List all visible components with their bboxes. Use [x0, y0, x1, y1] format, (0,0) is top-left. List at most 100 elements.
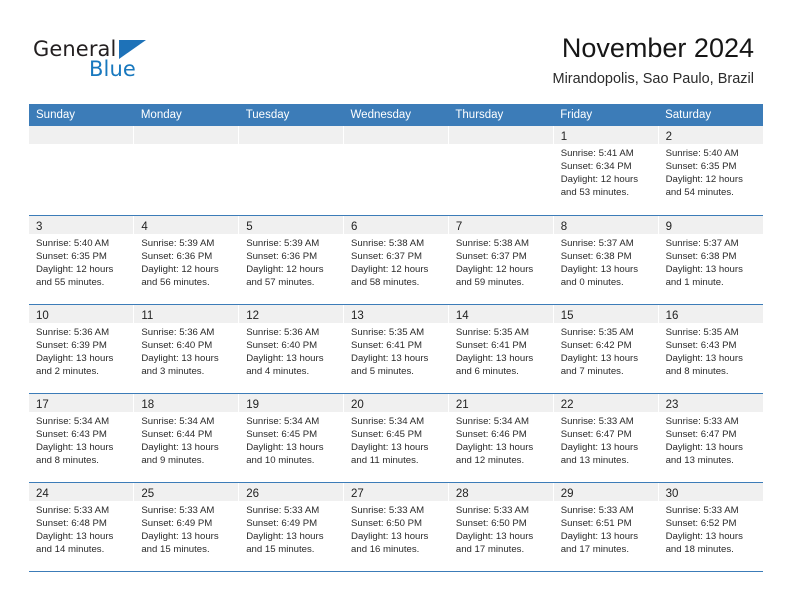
day-number-band: 22: [553, 393, 658, 412]
sunset-text: Sunset: 6:45 PM: [351, 428, 422, 440]
calendar-day-cell[interactable]: 19 Sunrise: 5:34 AM Sunset: 6:45 PM Dayligh…: [238, 393, 345, 483]
calendar-day-cell[interactable]: 30 Sunrise: 5:33 AM Sunset: 6:52 PM Dayligh…: [658, 482, 763, 572]
weekday-header-sunday: Sunday: [29, 104, 134, 126]
daylight-text-line2: and 18 minutes.: [665, 543, 734, 555]
calendar-day-cell[interactable]: 28 Sunrise: 5:33 AM Sunset: 6:50 PM Dayligh…: [448, 482, 554, 572]
day-cell-body: Sunrise: 5:36 AM Sunset: 6:40 PM Daylight:…: [239, 323, 343, 378]
sunrise-text: Sunrise: 5:36 AM: [36, 326, 110, 338]
calendar-day-cell[interactable]: 16 Sunrise: 5:35 AM Sunset: 6:43 PM Dayligh…: [658, 304, 763, 394]
day-cell-inner: [344, 126, 448, 215]
day-number: 29: [560, 487, 574, 500]
day-cell-inner: 20 Sunrise: 5:34 AM Sunset: 6:45 PM Dayligh…: [344, 393, 448, 482]
day-cell-inner: 12 Sunrise: 5:36 AM Sunset: 6:40 PM Dayligh…: [239, 304, 344, 393]
day-cell-inner: 22 Sunrise: 5:33 AM Sunset: 6:47 PM Dayligh…: [553, 393, 658, 482]
calendar-day-cell[interactable]: 21 Sunrise: 5:34 AM Sunset: 6:46 PM Dayligh…: [448, 393, 554, 483]
calendar-day-cell[interactable]: 12 Sunrise: 5:36 AM Sunset: 6:40 PM Dayligh…: [238, 304, 345, 394]
calendar-day-cell[interactable]: 4 Sunrise: 5:39 AM Sunset: 6:36 PM Daylight…: [133, 215, 240, 305]
sunset-text: Sunset: 6:35 PM: [665, 161, 737, 173]
calendar-day-cell[interactable]: 11 Sunrise: 5:36 AM Sunset: 6:40 PM Dayligh…: [133, 304, 240, 394]
calendar-week-row: 1 Sunrise: 5:41 AM Sunset: 6:34 PM Daylight…: [29, 126, 763, 216]
calendar-day-cell[interactable]: 6 Sunrise: 5:38 AM Sunset: 6:37 PM Daylight…: [343, 215, 449, 305]
calendar-day-cell[interactable]: 7 Sunrise: 5:38 AM Sunset: 6:37 PM Daylight…: [448, 215, 554, 305]
daylight-text-line1: Daylight: 13 hours: [665, 263, 743, 275]
calendar-day-cell[interactable]: 25 Sunrise: 5:33 AM Sunset: 6:49 PM Dayligh…: [133, 482, 240, 572]
day-cell-inner: 6 Sunrise: 5:38 AM Sunset: 6:37 PM Daylight…: [344, 215, 448, 304]
sunrise-text: Sunrise: 5:33 AM: [665, 415, 739, 427]
day-cell-inner: 3 Sunrise: 5:40 AM Sunset: 6:35 PM Daylight…: [29, 215, 134, 304]
day-number: 3: [36, 220, 43, 233]
daylight-text-line2: and 54 minutes.: [665, 187, 734, 199]
daylight-text-line2: and 1 minute.: [665, 276, 724, 288]
calendar-day-cell[interactable]: 24 Sunrise: 5:33 AM Sunset: 6:48 PM Dayligh…: [29, 482, 135, 572]
calendar-day-cell[interactable]: 10 Sunrise: 5:36 AM Sunset: 6:39 PM Dayligh…: [29, 304, 135, 394]
calendar-day-cell[interactable]: 26 Sunrise: 5:33 AM Sunset: 6:49 PM Dayligh…: [238, 482, 345, 572]
day-cell-inner: 14 Sunrise: 5:35 AM Sunset: 6:41 PM Dayligh…: [448, 304, 553, 393]
sunrise-text: Sunrise: 5:40 AM: [36, 237, 110, 249]
day-cell-inner: 9 Sunrise: 5:37 AM Sunset: 6:38 PM Daylight…: [658, 215, 763, 304]
day-number: 16: [665, 309, 679, 322]
calendar-day-cell[interactable]: 20 Sunrise: 5:34 AM Sunset: 6:45 PM Dayligh…: [343, 393, 449, 483]
day-cell-inner: 1 Sunrise: 5:41 AM Sunset: 6:34 PM Daylight…: [553, 126, 658, 215]
page-subtitle: Mirandopolis, Sao Paulo, Brazil: [552, 71, 755, 87]
calendar-day-cell[interactable]: 15 Sunrise: 5:35 AM Sunset: 6:42 PM Dayligh…: [553, 304, 659, 394]
sunrise-text: Sunrise: 5:36 AM: [246, 326, 320, 338]
day-cell-inner: 13 Sunrise: 5:35 AM Sunset: 6:41 PM Dayligh…: [344, 304, 448, 393]
calendar-day-cell[interactable]: 17 Sunrise: 5:34 AM Sunset: 6:43 PM Dayligh…: [29, 393, 135, 483]
day-cell-body: Sunrise: 5:33 AM Sunset: 6:49 PM Daylight:…: [134, 501, 238, 556]
day-cell-body: [344, 144, 448, 147]
sunset-text: Sunset: 6:43 PM: [36, 428, 107, 440]
day-number: 9: [665, 220, 672, 233]
day-cell-inner: 27 Sunrise: 5:33 AM Sunset: 6:50 PM Dayligh…: [344, 482, 448, 571]
sunset-text: Sunset: 6:45 PM: [246, 428, 318, 440]
daylight-text-line1: Daylight: 13 hours: [665, 530, 743, 542]
day-cell-body: Sunrise: 5:33 AM Sunset: 6:50 PM Daylight:…: [344, 501, 448, 556]
day-cell-inner: [448, 126, 553, 215]
weekday-header-wednesday: Wednesday: [343, 104, 449, 126]
calendar-day-cell[interactable]: 22 Sunrise: 5:33 AM Sunset: 6:47 PM Dayligh…: [553, 393, 659, 483]
day-number: 10: [36, 309, 49, 322]
calendar-day-cell[interactable]: 14 Sunrise: 5:35 AM Sunset: 6:41 PM Dayligh…: [448, 304, 554, 394]
day-cell-inner: 25 Sunrise: 5:33 AM Sunset: 6:49 PM Dayligh…: [134, 482, 239, 571]
calendar-day-cell[interactable]: 27 Sunrise: 5:33 AM Sunset: 6:50 PM Dayligh…: [343, 482, 449, 572]
sunrise-text: Sunrise: 5:37 AM: [560, 237, 634, 249]
calendar-day-cell[interactable]: 13 Sunrise: 5:35 AM Sunset: 6:41 PM Dayligh…: [343, 304, 449, 394]
calendar-day-cell[interactable]: 29 Sunrise: 5:33 AM Sunset: 6:51 PM Dayligh…: [553, 482, 659, 572]
daylight-text-line2: and 58 minutes.: [351, 276, 420, 288]
day-cell-inner: [134, 126, 239, 215]
day-cell-inner: [239, 126, 344, 215]
daylight-text-line2: and 59 minutes.: [455, 276, 525, 288]
calendar-day-cell[interactable]: 3 Sunrise: 5:40 AM Sunset: 6:35 PM Daylight…: [29, 215, 135, 305]
daylight-text-line1: Daylight: 13 hours: [560, 263, 639, 275]
sunset-text: Sunset: 6:38 PM: [560, 250, 632, 262]
calendar-day-cell[interactable]: 23 Sunrise: 5:33 AM Sunset: 6:47 PM Dayligh…: [658, 393, 763, 483]
daylight-text-line1: Daylight: 13 hours: [246, 530, 324, 542]
day-number-band: 1: [553, 126, 658, 144]
sunrise-text: Sunrise: 5:35 AM: [351, 326, 425, 338]
day-number-band: 10: [29, 304, 134, 323]
day-number-band: 27: [344, 482, 448, 501]
day-cell-inner: 2 Sunrise: 5:40 AM Sunset: 6:35 PM Daylight…: [658, 126, 763, 215]
daylight-text-line2: and 2 minutes.: [36, 365, 99, 377]
daylight-text-line1: Daylight: 12 hours: [455, 263, 534, 275]
calendar-grid: Sunday Monday Tuesday Wednesday Thursday…: [29, 104, 763, 572]
calendar-day-cell[interactable]: 1 Sunrise: 5:41 AM Sunset: 6:34 PM Daylight…: [553, 126, 659, 216]
daylight-text-line1: Daylight: 13 hours: [36, 352, 114, 364]
calendar-day-cell[interactable]: 2 Sunrise: 5:40 AM Sunset: 6:35 PM Daylight…: [658, 126, 763, 216]
calendar-day-cell-empty: [29, 126, 135, 216]
day-number-band: 12: [239, 304, 344, 323]
calendar-day-cell[interactable]: 18 Sunrise: 5:34 AM Sunset: 6:44 PM Dayligh…: [133, 393, 240, 483]
calendar-day-cell[interactable]: 9 Sunrise: 5:37 AM Sunset: 6:38 PM Daylight…: [658, 215, 763, 305]
day-cell-body: Sunrise: 5:34 AM Sunset: 6:44 PM Daylight:…: [134, 412, 238, 467]
day-number: 26: [246, 487, 259, 500]
daylight-text-line1: Daylight: 13 hours: [246, 352, 324, 364]
title-block: November 2024 Mirandopolis, Sao Paulo, B…: [553, 33, 755, 88]
sunset-text: Sunset: 6:50 PM: [351, 517, 422, 529]
day-cell-inner: 26 Sunrise: 5:33 AM Sunset: 6:49 PM Dayligh…: [239, 482, 344, 571]
sunset-text: Sunset: 6:42 PM: [560, 339, 632, 351]
day-number-band: 6: [344, 215, 448, 234]
day-number-band: 2: [658, 126, 763, 144]
sunrise-text: Sunrise: 5:33 AM: [560, 415, 634, 427]
calendar-day-cell[interactable]: 8 Sunrise: 5:37 AM Sunset: 6:38 PM Daylight…: [553, 215, 659, 305]
general-blue-logo[interactable]: General Blue: [33, 38, 213, 88]
calendar-day-cell[interactable]: 5 Sunrise: 5:39 AM Sunset: 6:36 PM Daylight…: [238, 215, 345, 305]
